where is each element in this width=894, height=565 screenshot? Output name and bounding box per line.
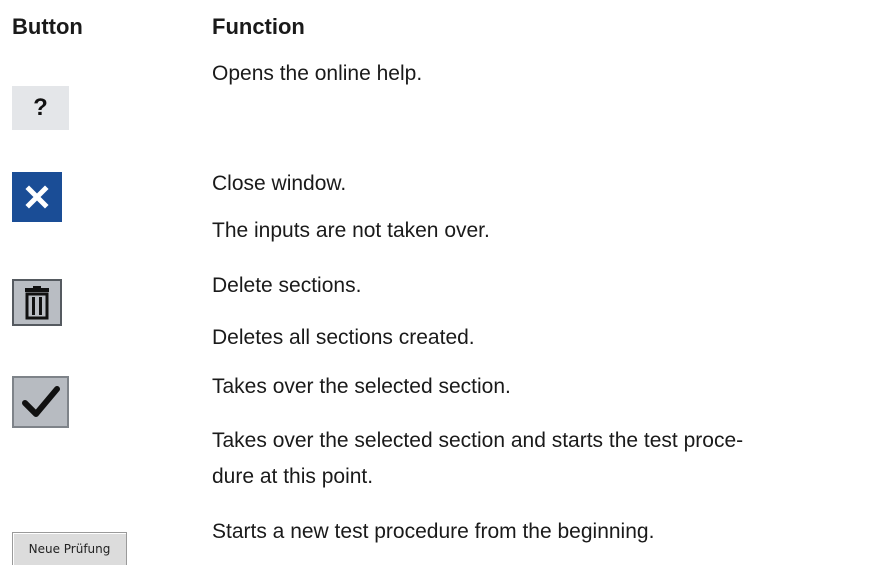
take-over-title: Takes over the selected section. (212, 375, 511, 398)
trash-icon (25, 285, 49, 319)
help-description: Opens the online help. (212, 62, 423, 85)
column-header-button: Button (12, 14, 83, 39)
take-over-description-line-2: dure at this point. (212, 465, 374, 488)
close-button[interactable] (12, 172, 62, 222)
take-over-button[interactable] (12, 376, 69, 428)
take-over-description-line-1: Takes over the selected section and star… (212, 429, 744, 452)
question-mark-icon: ? (33, 94, 48, 121)
delete-description: Deletes all sections created. (212, 326, 475, 349)
close-description: The inputs are not taken over. (212, 219, 490, 242)
help-button[interactable]: ? (12, 86, 69, 130)
new-test-button[interactable]: Neue Prüfung (12, 532, 127, 565)
close-title: Close window. (212, 172, 347, 195)
new-test-description: Starts a new test procedure from the beg… (212, 520, 655, 543)
delete-sections-button[interactable] (12, 279, 62, 326)
delete-title: Delete sections. (212, 274, 362, 297)
column-header-function: Function (212, 14, 305, 39)
checkmark-icon (21, 386, 60, 417)
close-icon (25, 185, 49, 209)
